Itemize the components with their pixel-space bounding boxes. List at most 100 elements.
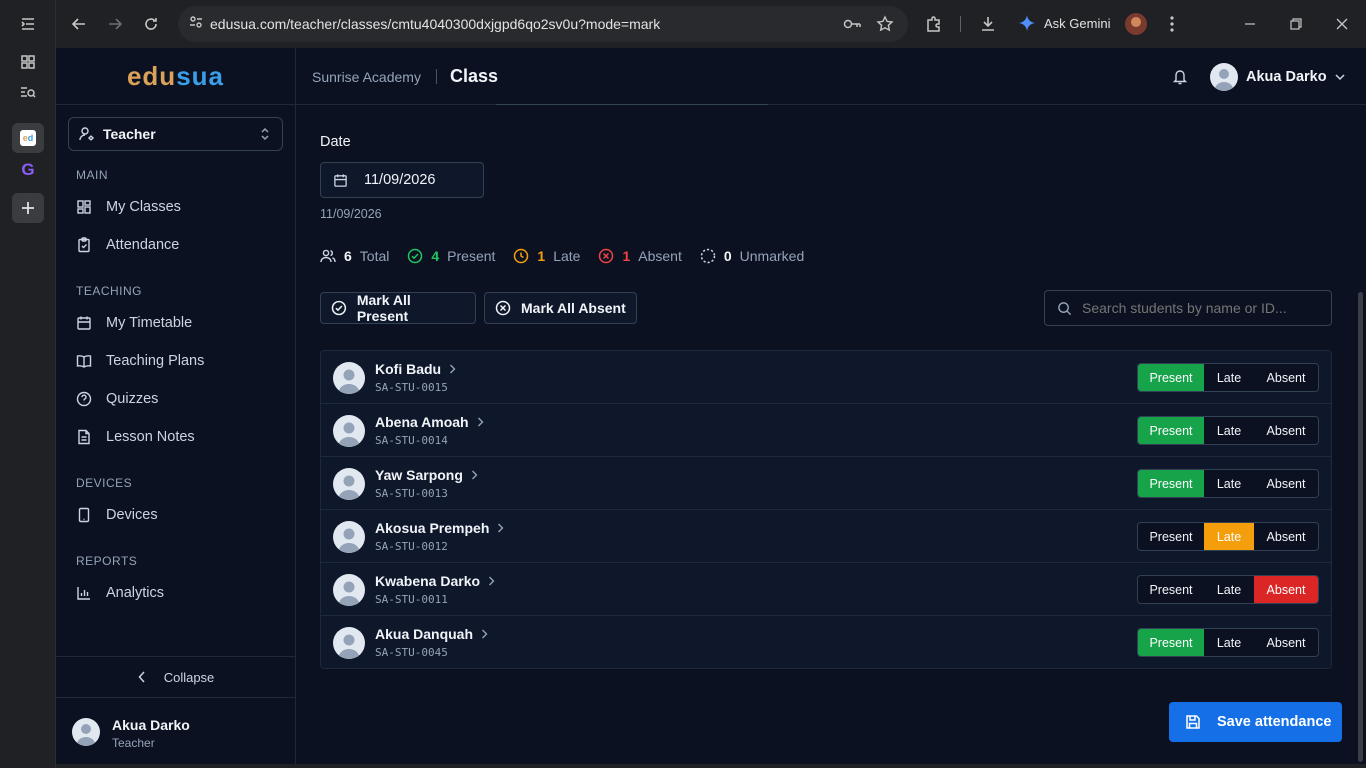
mark-all-absent-label: Mark All Absent <box>521 300 626 316</box>
student-name-link[interactable]: Kofi Badu <box>375 361 456 377</box>
sidebar-item-my-timetable[interactable]: My Timetable <box>68 306 283 340</box>
section-label-teaching: TEACHING <box>76 284 143 298</box>
status-absent-button[interactable]: Absent <box>1254 417 1318 444</box>
student-name-link[interactable]: Akua Danquah <box>375 626 488 642</box>
status-toggle-group: Present Late Absent <box>1137 416 1319 445</box>
tab-grid-icon[interactable] <box>12 47 44 77</box>
breadcrumb-school[interactable]: Sunrise Academy <box>312 69 421 85</box>
status-late-button[interactable]: Late <box>1204 523 1254 550</box>
sidebar-item-label: My Timetable <box>106 315 193 331</box>
chevron-up-down-icon <box>261 127 269 141</box>
student-name: Abena Amoah <box>375 414 469 430</box>
restore-icon[interactable] <box>1278 6 1314 42</box>
bookmark-star-icon[interactable] <box>876 15 894 38</box>
status-late-button[interactable]: Late <box>1204 629 1254 656</box>
stat-present-label: Present <box>447 248 496 264</box>
more-menu-icon[interactable] <box>1154 6 1190 42</box>
header-user-menu[interactable]: Akua Darko <box>1210 63 1345 91</box>
logo-text-sua: sua <box>176 60 225 91</box>
chevron-right-icon <box>489 576 495 586</box>
status-absent-button[interactable]: Absent <box>1254 364 1318 391</box>
collapse-sidebar-button[interactable]: Collapse <box>56 656 296 697</box>
status-present-button[interactable]: Present <box>1138 470 1204 497</box>
sidebar-item-teaching-plans[interactable]: Teaching Plans <box>68 344 283 378</box>
status-present-button[interactable]: Present <box>1138 576 1204 603</box>
downloads-icon[interactable] <box>970 6 1006 42</box>
x-circle-icon <box>495 300 511 316</box>
edusua-logo[interactable]: edu sua <box>56 48 295 105</box>
status-present-button[interactable]: Present <box>1138 364 1204 391</box>
close-icon[interactable] <box>1324 6 1360 42</box>
status-present-button[interactable]: Present <box>1138 629 1204 656</box>
status-late-button[interactable]: Late <box>1204 417 1254 444</box>
sidebar-item-quizzes[interactable]: Quizzes <box>68 382 283 416</box>
student-search[interactable] <box>1044 290 1332 326</box>
stat-total: 6 Total <box>320 248 389 264</box>
student-name-link[interactable]: Akosua Prempeh <box>375 520 504 536</box>
sidebar-item-lesson-notes[interactable]: Lesson Notes <box>68 420 283 454</box>
page-scrollbar[interactable] <box>1358 292 1363 762</box>
tab-search-icon[interactable] <box>12 77 44 107</box>
new-tab-plus-icon[interactable] <box>12 193 44 223</box>
tab-edusua-favicon[interactable]: ed <box>12 123 44 153</box>
student-name-link[interactable]: Kwabena Darko <box>375 573 495 589</box>
extensions-puzzle-icon[interactable] <box>916 6 952 42</box>
users-icon <box>320 249 336 263</box>
minimize-icon[interactable] <box>1232 6 1268 42</box>
sidebar-item-analytics[interactable]: Analytics <box>68 576 283 610</box>
address-bar[interactable]: edusua.com/teacher/classes/cmtu4040300dx… <box>178 6 908 42</box>
student-id: SA-STU-0011 <box>375 593 448 606</box>
url-text[interactable]: edusua.com/teacher/classes/cmtu4040300dx… <box>210 16 660 32</box>
password-key-icon[interactable] <box>842 16 862 37</box>
vertical-tab-strip: ed G <box>0 0 56 768</box>
table-row: Akua Danquah SA-STU-0045 Present Late Absent <box>321 616 1331 668</box>
dashed-circle-icon <box>700 248 716 264</box>
status-present-button[interactable]: Present <box>1138 523 1204 550</box>
student-name-link[interactable]: Yaw Sarpong <box>375 467 478 483</box>
stat-unmarked: 0 Unmarked <box>700 248 804 264</box>
avatar <box>333 627 365 659</box>
save-attendance-button[interactable]: Save attendance <box>1169 702 1342 742</box>
sidebar-item-label: Quizzes <box>106 391 159 407</box>
sidebar-item-attendance[interactable]: Attendance <box>68 228 283 262</box>
sidebar-item-my-classes[interactable]: My Classes <box>68 190 283 224</box>
status-late-button[interactable]: Late <box>1204 364 1254 391</box>
date-caption: 11/09/2026 <box>320 207 382 221</box>
chevron-right-icon <box>477 417 484 427</box>
date-input[interactable]: 11/09/2026 <box>320 162 484 198</box>
status-absent-button[interactable]: Absent <box>1254 523 1318 550</box>
status-late-button[interactable]: Late <box>1204 470 1254 497</box>
ask-gemini-button[interactable]: Ask Gemini <box>1018 14 1110 32</box>
profile-avatar[interactable] <box>1125 13 1147 35</box>
stat-present-count: 4 <box>431 248 440 264</box>
avatar <box>72 718 100 746</box>
reload-icon[interactable] <box>133 6 169 42</box>
mark-all-absent-button[interactable]: Mark All Absent <box>484 292 637 324</box>
sidebar-user-card[interactable]: Akua Darko Teacher <box>56 697 296 764</box>
table-row: Yaw Sarpong SA-STU-0013 Present Late Absent <box>321 457 1331 510</box>
back-arrow-icon[interactable] <box>61 6 97 42</box>
mark-all-present-button[interactable]: Mark All Present <box>320 292 476 324</box>
role-select[interactable]: Teacher <box>68 117 283 151</box>
chevron-left-icon <box>138 671 145 683</box>
help-circle-icon <box>76 391 92 407</box>
sidebar-item-devices[interactable]: Devices <box>68 498 283 532</box>
status-absent-button[interactable]: Absent <box>1254 576 1318 603</box>
student-name: Kofi Badu <box>375 361 442 377</box>
sidebar-item-label: Lesson Notes <box>106 429 195 445</box>
status-toggle-group: Present Late Absent <box>1137 469 1319 498</box>
student-name-link[interactable]: Abena Amoah <box>375 414 484 430</box>
avatar <box>333 468 365 500</box>
status-absent-button[interactable]: Absent <box>1254 470 1318 497</box>
status-absent-button[interactable]: Absent <box>1254 629 1318 656</box>
site-info-icon[interactable] <box>188 14 204 35</box>
tab-list-icon[interactable] <box>12 9 44 39</box>
status-toggle-group: Present Late Absent <box>1137 363 1319 392</box>
bell-icon[interactable] <box>1172 68 1188 90</box>
forward-arrow-icon[interactable] <box>97 6 133 42</box>
tab-g-favicon[interactable]: G <box>12 155 44 185</box>
status-present-button[interactable]: Present <box>1138 417 1204 444</box>
chevron-down-icon <box>1335 73 1345 80</box>
search-input[interactable] <box>1082 300 1322 316</box>
status-late-button[interactable]: Late <box>1204 576 1254 603</box>
